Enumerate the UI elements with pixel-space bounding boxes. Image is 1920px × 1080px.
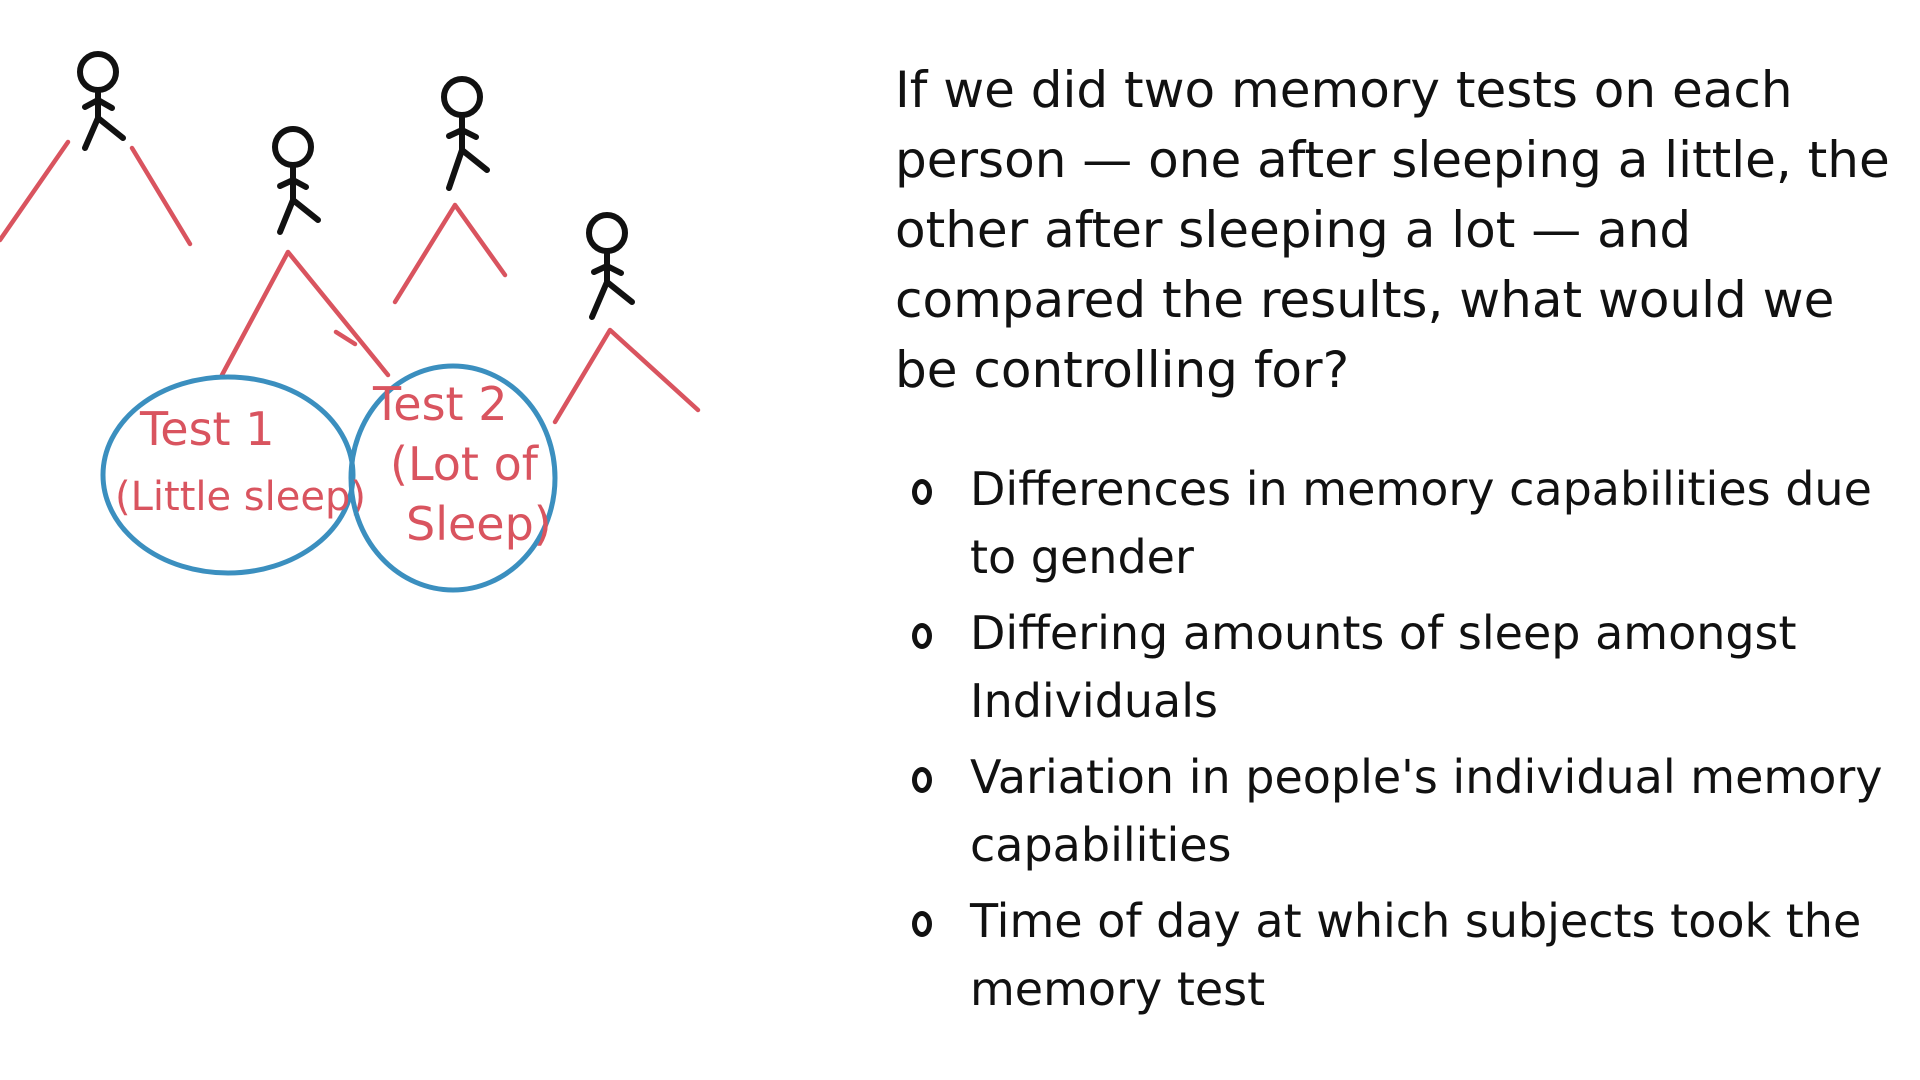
- test-2-note-line-1: (Lot of: [390, 437, 540, 491]
- question-text: If we did two memory tests on each perso…: [895, 61, 1890, 399]
- stick-figure-1: [77, 51, 126, 151]
- radio-circle-icon[interactable]: [912, 623, 932, 649]
- option-time-of-day[interactable]: Time of day at which subjects took the m…: [910, 887, 1910, 1023]
- option-sleep-amounts[interactable]: Differing amounts of sleep amongst Indiv…: [910, 599, 1910, 735]
- radio-circle-icon[interactable]: [912, 767, 932, 793]
- answer-options: Differences in memory capabilities due t…: [910, 455, 1910, 1031]
- sketch-peak-3: [392, 202, 508, 305]
- option-label: Differing amounts of sleep amongst Indiv…: [970, 606, 1797, 728]
- sketch-peak-2: [219, 249, 391, 378]
- test-1-note: (Little sleep): [115, 474, 366, 520]
- option-gender[interactable]: Differences in memory capabilities due t…: [910, 455, 1910, 591]
- option-individual-memory[interactable]: Variation in people's individual memory …: [910, 743, 1910, 879]
- test-2-note-line-2: Sleep): [406, 497, 552, 551]
- stick-figure-4: [586, 212, 635, 320]
- option-label: Time of day at which subjects took the m…: [970, 894, 1862, 1016]
- stick-figure-3: [441, 76, 490, 191]
- option-label: Differences in memory capabilities due t…: [970, 462, 1872, 584]
- sketch-peak-1: [0, 139, 193, 247]
- radio-circle-icon[interactable]: [912, 479, 932, 505]
- option-label: Variation in people's individual memory …: [970, 750, 1883, 872]
- sketch-peak-4: [552, 327, 701, 425]
- radio-circle-icon[interactable]: [912, 911, 932, 937]
- stick-figure-2: [272, 126, 321, 235]
- test-1-group: Test 1 (Little sleep): [100, 374, 366, 576]
- test-1-title: Test 1: [139, 402, 274, 456]
- test-2-group: Test 2 (Lot of Sleep): [348, 363, 558, 593]
- test-2-title: Test 2: [372, 377, 507, 431]
